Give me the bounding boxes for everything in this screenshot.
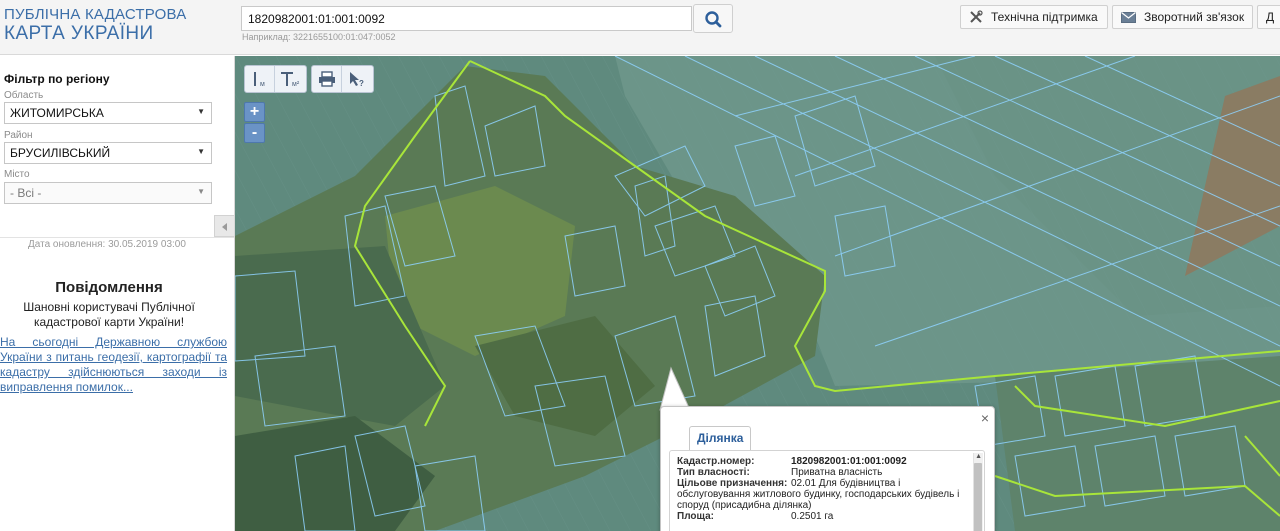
parcel-info-content: Кадастр.номер: 1820982001:01:001:0092 Ти… (669, 450, 985, 531)
parcel-info-popup: × Ділянка Кадастр.номер: 1820982001:01:0… (660, 406, 995, 531)
extra-header-button[interactable]: Д (1257, 5, 1280, 29)
tools-icon (969, 10, 983, 24)
filter-title: Фільтр по регіону (4, 72, 110, 86)
pointer-question-icon: ? (350, 72, 364, 88)
measure-length-button[interactable]: м (245, 66, 275, 92)
info-value: 1820982001:01:001:0092 (791, 456, 907, 467)
collapse-sidebar-button[interactable] (214, 215, 234, 237)
measure-area-icon: м² (281, 72, 300, 88)
message-link[interactable]: На сьогодні Державною службою України з … (0, 335, 227, 395)
svg-text:?: ? (359, 79, 364, 88)
info-value-purpose: 02.01 Для будівництва і обслуговування ж… (677, 478, 960, 511)
misto-select[interactable]: - Всі - ▼ (4, 182, 212, 204)
identify-button[interactable]: ? (342, 66, 372, 92)
logo-line-1: ПУБЛІЧНА КАДАСТРОВА (4, 6, 187, 23)
dropdown-arrow-icon: ▼ (197, 187, 205, 196)
envelope-icon (1121, 11, 1136, 23)
rayon-label: Район (4, 130, 33, 141)
message-text: Шановні користувачі Публічної кадастрово… (23, 300, 195, 329)
info-key: Площа: (677, 511, 714, 522)
info-value: Приватна власність (791, 467, 883, 478)
svg-text:м²: м² (292, 81, 300, 88)
utility-toolbar: ? (311, 65, 374, 93)
measure-length-icon: м (253, 72, 265, 88)
dropdown-arrow-icon: ▼ (197, 107, 205, 116)
chevron-left-icon (222, 223, 227, 231)
scrollbar-thumb[interactable] (974, 463, 982, 531)
tab-parcel[interactable]: Ділянка (689, 426, 752, 450)
rayon-select[interactable]: БРУСИЛІВСЬКИЙ ▼ (4, 142, 212, 164)
logo-line-2: КАРТА УКРАЇНИ (4, 23, 154, 44)
extra-header-label: Д (1266, 10, 1275, 24)
info-row-area: Площа: 0.2501 га (677, 511, 977, 523)
zoom-out-button[interactable]: - (244, 123, 265, 143)
oblast-value: ЖИТОМИРСЬКА (10, 106, 104, 120)
info-value: 0.2501 га (791, 511, 834, 522)
info-key: Тип власності: (677, 467, 750, 478)
misto-label: Місто (4, 169, 30, 180)
svg-text:м: м (260, 81, 265, 88)
update-date: Дата оновлення: 30.05.2019 03:00 (28, 239, 186, 250)
oblast-select[interactable]: ЖИТОМИРСЬКА ▼ (4, 102, 212, 124)
oblast-label: Область (4, 90, 44, 101)
search-hint: Наприклад: 3221655100:01:047:0052 (242, 32, 396, 42)
tech-support-label: Технічна підтримка (991, 10, 1098, 24)
search-icon (705, 11, 722, 28)
map-view[interactable]: м м² ? + - × Ділянка Кадастр.номер: 1820… (235, 56, 1280, 531)
cadastral-search-input[interactable] (241, 6, 692, 31)
divider (0, 237, 234, 238)
feedback-label: Зворотний зв'язок (1144, 10, 1245, 24)
close-icon[interactable]: × (981, 410, 989, 426)
zoom-in-button[interactable]: + (244, 102, 265, 122)
info-key: Кадастр.номер: (677, 456, 755, 467)
print-icon (318, 71, 335, 87)
print-button[interactable] (312, 66, 342, 92)
message-title: Повідомлення (55, 279, 163, 296)
sidebar: Фільтр по регіону Область ЖИТОМИРСЬКА ▼ … (0, 56, 235, 531)
site-logo[interactable]: ПУБЛІЧНА КАДАСТРОВА КАРТА УКРАЇНИ (4, 7, 186, 43)
dropdown-arrow-icon: ▼ (197, 147, 205, 156)
scroll-up-arrow-icon[interactable]: ▲ (975, 453, 982, 460)
measure-toolbar: м м² (244, 65, 307, 93)
feedback-button[interactable]: Зворотний зв'язок (1112, 5, 1253, 29)
header: ПУБЛІЧНА КАДАСТРОВА КАРТА УКРАЇНИ Наприк… (0, 0, 1280, 55)
tech-support-button[interactable]: Технічна підтримка (960, 5, 1108, 29)
misto-value: - Всі - (10, 186, 42, 200)
search-button[interactable] (693, 4, 733, 33)
measure-area-button[interactable]: м² (275, 66, 305, 92)
rayon-value: БРУСИЛІВСЬКИЙ (10, 146, 111, 160)
